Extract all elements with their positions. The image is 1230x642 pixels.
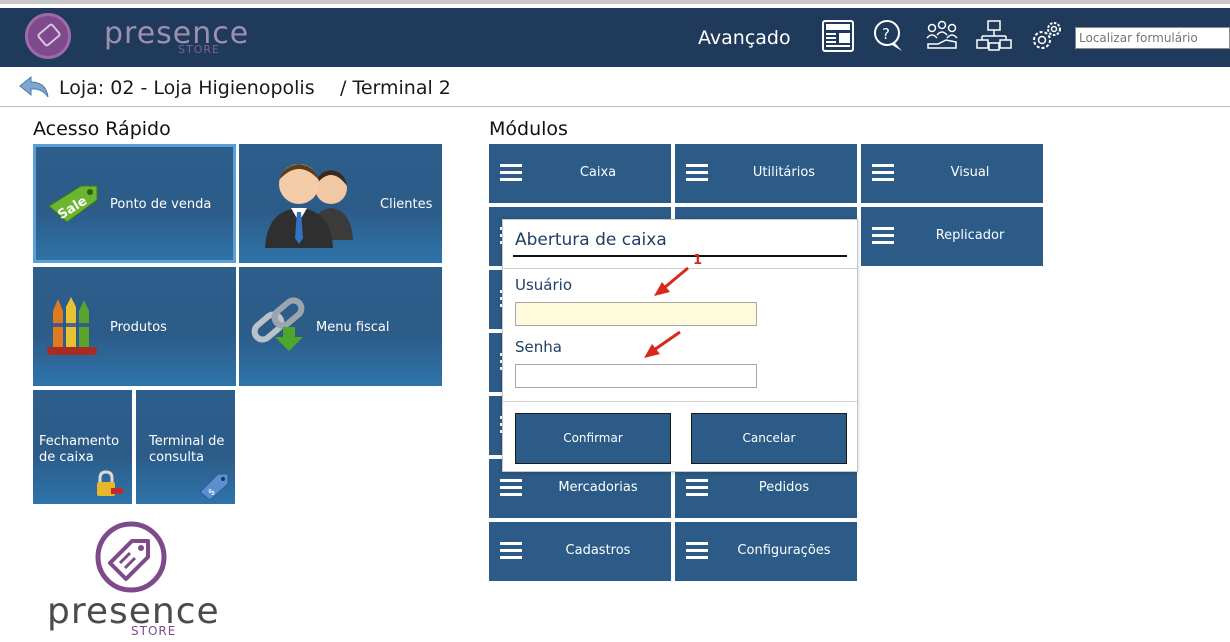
svg-text:?: ? <box>882 25 890 43</box>
module-visual[interactable]: Visual <box>861 144 1043 203</box>
tile-terminal-de-consulta[interactable]: Terminal de consulta $ <box>136 390 235 504</box>
tile-label: Ponto de venda <box>110 197 212 212</box>
tile-clientes[interactable]: Clientes <box>239 144 442 263</box>
brand-logo-icon <box>95 521 167 593</box>
password-label: Senha <box>515 338 562 356</box>
quick-access-title: Acesso Rápido <box>33 118 171 140</box>
annotation-arrows <box>644 266 689 358</box>
menu-icon <box>686 164 708 182</box>
module-label: Cadastros <box>565 543 631 558</box>
menu-icon <box>872 227 894 245</box>
module-label: Pedidos <box>758 480 810 495</box>
users-icon[interactable] <box>924 18 960 54</box>
user-field[interactable] <box>515 302 757 326</box>
tile-label: Produtos <box>110 320 167 335</box>
settings-icon[interactable] <box>1028 18 1064 54</box>
form-search-input[interactable] <box>1075 27 1230 49</box>
help-icon[interactable]: ? <box>872 18 908 54</box>
menu-icon <box>686 542 708 560</box>
module-label: Visual <box>950 165 990 180</box>
breadcrumb-terminal: / Terminal 2 <box>340 77 451 99</box>
module-cadastros[interactable]: Cadastros <box>489 522 671 581</box>
tile-label: Menu fiscal <box>316 320 390 335</box>
module-caixa[interactable]: Caixa <box>489 144 671 203</box>
password-field[interactable] <box>515 364 757 388</box>
breadcrumb-store[interactable]: Loja: 02 - Loja Higienopolis <box>59 77 315 99</box>
cancel-button[interactable]: Cancelar <box>691 413 847 464</box>
menu-icon <box>872 164 894 182</box>
annotation-step-number: 1 <box>693 253 703 268</box>
back-arrow-icon[interactable] <box>18 75 50 99</box>
brand-subtitle: STORE <box>178 43 220 56</box>
user-label: Usuário <box>515 276 573 294</box>
module-label: Utilitários <box>752 165 816 180</box>
menu-icon <box>686 479 708 497</box>
tile-produtos[interactable]: Produtos <box>33 267 236 386</box>
module-label: Caixa <box>579 165 617 180</box>
brand-logo-icon[interactable] <box>25 13 71 59</box>
modules-title: Módulos <box>489 118 568 140</box>
price-tag-icon: $ <box>199 473 229 500</box>
top-bar: presence STORE Avançado ? <box>0 8 1230 67</box>
menu-icon <box>500 479 522 497</box>
tile-label: Fechamento de caixa <box>39 434 120 465</box>
dialog-title: Abertura de caixa <box>515 230 667 250</box>
module-label: Replicador <box>935 228 1005 243</box>
breadcrumb: Loja: 02 - Loja Higienopolis / Terminal … <box>0 67 1230 107</box>
module-configuracoes[interactable]: Configurações <box>675 522 857 581</box>
tile-label: Clientes <box>380 197 433 212</box>
sale-tag-icon: Sale <box>48 185 98 223</box>
confirm-button[interactable]: Confirmar <box>515 413 671 464</box>
lock-icon <box>97 470 123 496</box>
network-icon[interactable] <box>976 18 1012 54</box>
module-label: Configurações <box>737 543 831 558</box>
brand-name: presence <box>104 16 250 51</box>
news-icon[interactable] <box>821 18 857 54</box>
chain-link-icon <box>251 297 305 351</box>
tile-menu-fiscal[interactable]: Menu fiscal <box>239 267 442 386</box>
tile-label: Terminal de consulta <box>149 434 225 465</box>
advanced-mode-label[interactable]: Avançado <box>698 27 791 49</box>
module-label: Mercadorias <box>558 480 638 495</box>
clients-icon <box>265 164 353 248</box>
crayons-icon <box>47 297 97 355</box>
menu-icon <box>500 542 522 560</box>
divider <box>503 401 857 402</box>
footer-brand-subtitle: STORE <box>131 624 177 638</box>
module-utilitarios[interactable]: Utilitários <box>675 144 857 203</box>
menu-icon <box>500 164 522 182</box>
app-window: presence STORE Avançado ? Localizar form… <box>0 0 1230 642</box>
tile-ponto-de-venda[interactable]: Sale Ponto de venda <box>33 144 236 263</box>
tile-fechamento-de-caixa[interactable]: Fechamento de caixa <box>33 390 132 504</box>
module-replicador[interactable]: Replicador <box>861 207 1043 266</box>
